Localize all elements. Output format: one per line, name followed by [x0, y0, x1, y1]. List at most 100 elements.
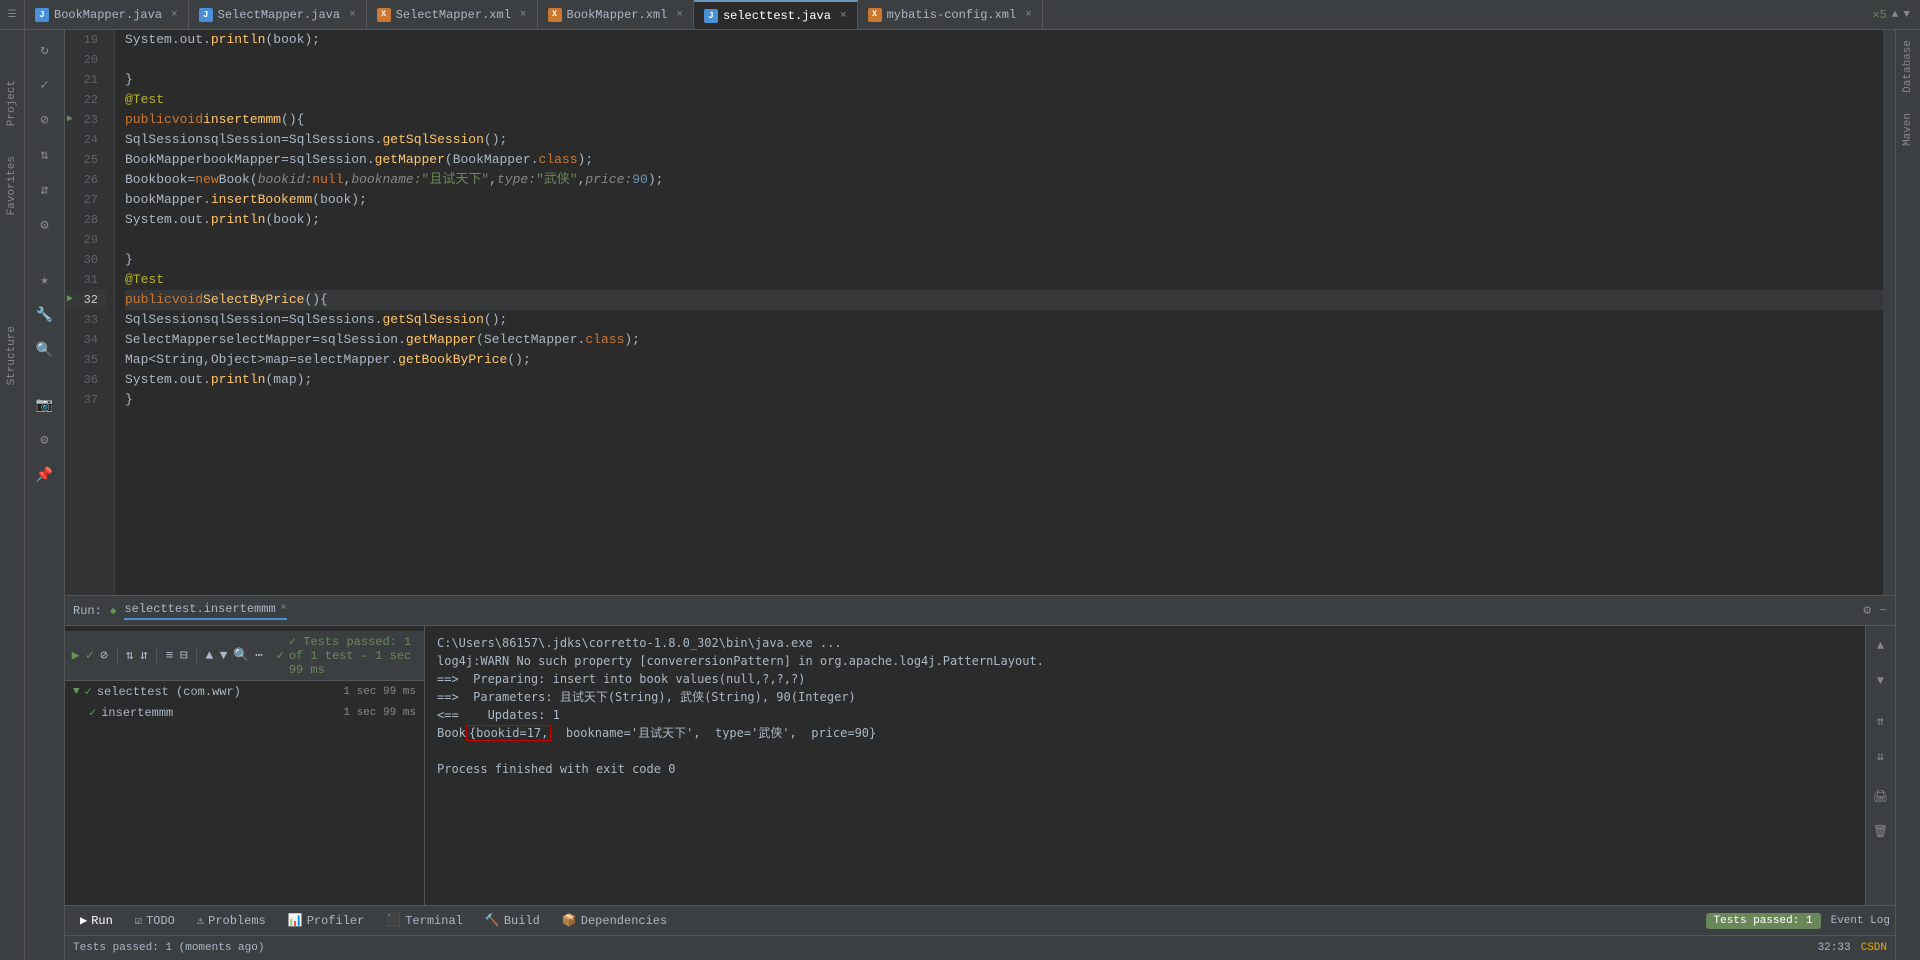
scroll-up-icon[interactable]: ▲	[1866, 631, 1896, 661]
code-line-31: @Test	[125, 270, 1883, 290]
console-line-7	[437, 742, 1853, 760]
filter-button[interactable]: ≡	[165, 646, 174, 666]
tab-problems[interactable]: ⚠ Problems	[187, 909, 276, 932]
status-text: Tests passed: 1 (moments ago)	[73, 942, 264, 954]
tab-profiler[interactable]: 📊 Profiler	[278, 909, 375, 932]
delete-icon[interactable]: 🗑	[1866, 816, 1896, 846]
sidebar-refresh-icon[interactable]: ↻	[30, 35, 60, 65]
java-file-icon: J	[35, 8, 49, 22]
sidebar-search-icon[interactable]: 🔍	[30, 335, 60, 365]
maven-panel-label[interactable]: Maven	[1902, 113, 1914, 146]
code-line-34: SelectMapper selectMapper = sqlSession.g…	[125, 330, 1883, 350]
stop-button[interactable]: ⊘	[99, 646, 108, 666]
console-line-1: C:\Users\86157\.jdks\corretto-1.8.0_302\…	[437, 634, 1853, 652]
check-button[interactable]: ✓	[85, 646, 94, 666]
play-button[interactable]: ▶	[71, 646, 80, 666]
tab-close-icon[interactable]: ×	[171, 9, 178, 21]
nav-down-icon[interactable]: ▼	[1903, 9, 1910, 21]
up-nav-button[interactable]: ▲	[205, 646, 214, 666]
favorites-panel-label[interactable]: Favorites	[6, 156, 18, 215]
sidebar-camera-icon[interactable]: 📷	[30, 390, 60, 420]
line-numbers: 19 20 21 22 ▶ 23 2	[65, 30, 115, 595]
scroll-top-icon[interactable]: ⇈	[1866, 706, 1896, 736]
tab-build[interactable]: 🔨 Build	[475, 909, 550, 932]
tree-check-icon2: ✓	[89, 705, 96, 720]
tab-bookMapper-java[interactable]: J BookMapper.java ×	[25, 0, 189, 30]
tab-selectMapper-xml[interactable]: X SelectMapper.xml ×	[367, 0, 538, 30]
line-35: 35	[65, 350, 106, 370]
tab-run[interactable]: ▶ Run	[70, 909, 123, 932]
code-line-22: @Test	[125, 90, 1883, 110]
code-line-20	[125, 50, 1883, 70]
search-results-button[interactable]: 🔍	[233, 646, 249, 666]
tab-close-icon[interactable]: ×	[840, 10, 847, 22]
console-line-5: <== Updates: 1	[437, 706, 1853, 724]
console-output: C:\Users\86157\.jdks\corretto-1.8.0_302\…	[425, 626, 1865, 905]
line-36: 36	[65, 370, 106, 390]
tab-close-icon[interactable]: ×	[676, 9, 683, 21]
line-27: 27	[65, 190, 106, 210]
sort-desc-button[interactable]: ⇵	[139, 646, 148, 666]
line-37: 37	[65, 390, 106, 410]
sort-asc-button[interactable]: ⇅	[125, 646, 134, 666]
test-tree-insertemmm[interactable]: ✓ insertemmm 1 sec 99 ms	[65, 702, 424, 723]
run-tab-close-icon[interactable]: ×	[281, 603, 287, 614]
structure-panel-label[interactable]: Structure	[6, 326, 18, 385]
console-line-4: ==> Parameters: 且试天下(String), 武侠(String)…	[437, 688, 1853, 706]
code-content[interactable]: System.out.println(book); } @Test	[115, 30, 1883, 595]
tab-selectMapper-java[interactable]: J SelectMapper.java ×	[189, 0, 367, 30]
tree-check-icon: ✓	[85, 684, 92, 699]
run-gutter-icon[interactable]: ▶	[67, 110, 73, 130]
line-20: 20	[65, 50, 106, 70]
group-button[interactable]: ⊟	[179, 646, 188, 666]
settings-button[interactable]: ⚙	[1863, 603, 1871, 618]
left-vertical-tabs: Project Favorites Structure	[0, 30, 25, 960]
sidebar-gear2-icon[interactable]: ⚙	[30, 425, 60, 455]
sidebar-pin-icon[interactable]: 📌	[30, 460, 60, 490]
java-file-icon: J	[704, 9, 718, 23]
sidebar-sort2-icon[interactable]: ⇵	[30, 175, 60, 205]
tab-selecttest-java[interactable]: J selecttest.java ×	[694, 0, 858, 30]
vertical-scrollbar[interactable]	[1883, 30, 1895, 595]
minimize-button[interactable]: −	[1879, 603, 1887, 618]
tab-close-icon[interactable]: ×	[520, 9, 527, 21]
run-gutter-icon-32[interactable]: ▶	[67, 290, 73, 310]
sidebar-stop-icon[interactable]: ⊘	[30, 105, 60, 135]
tab-todo[interactable]: ☑ TODO	[125, 909, 185, 932]
tab-close-icon[interactable]: ×	[1025, 9, 1032, 21]
event-log-link[interactable]: Event Log	[1831, 915, 1890, 927]
tree-item-name: selecttest (com.wwr)	[97, 685, 241, 699]
line-34: 34	[65, 330, 106, 350]
line-19: 19	[65, 30, 106, 50]
test-tree-root[interactable]: ▼ ✓ selecttest (com.wwr) 1 sec 99 ms	[65, 681, 424, 702]
nav-up-icon[interactable]: ▲	[1892, 9, 1899, 21]
tab-close-icon[interactable]: ×	[349, 9, 356, 21]
print-icon[interactable]: 🖨	[1866, 781, 1896, 811]
down-nav-button[interactable]: ▼	[219, 646, 228, 666]
line-31: 31	[65, 270, 106, 290]
tree-item-name2: insertemmm	[101, 706, 173, 720]
line-33: 33	[65, 310, 106, 330]
sidebar-check-icon[interactable]: ✓	[30, 70, 60, 100]
tab-dependencies[interactable]: 📦 Dependencies	[552, 909, 677, 932]
line-29: 29	[65, 230, 106, 250]
sidebar-sort-icon[interactable]: ⇅	[30, 140, 60, 170]
scroll-bottom-icon[interactable]: ⇊	[1866, 741, 1896, 771]
code-line-28: System.out.println(book);	[125, 210, 1883, 230]
project-panel-label[interactable]: Project	[6, 80, 18, 126]
sidebar-bookmark-icon[interactable]: ★	[30, 265, 60, 295]
expand-button[interactable]: ⋯	[254, 646, 263, 666]
code-line-23: public void insertemmm(){	[125, 110, 1883, 130]
tab-bookMapper-xml[interactable]: X BookMapper.xml ×	[538, 0, 694, 30]
csdn-link[interactable]: CSDN	[1861, 942, 1887, 954]
database-panel-label[interactable]: Database	[1902, 40, 1914, 93]
run-tab[interactable]: selecttest.insertemmm ×	[124, 602, 286, 620]
line-26: 26	[65, 170, 106, 190]
sidebar-wrench-icon[interactable]: 🔧	[30, 300, 60, 330]
sidebar-tool-icon[interactable]: ⚙	[30, 210, 60, 240]
scroll-down-icon[interactable]: ▼	[1866, 666, 1896, 696]
run-tab-icon: ▶	[80, 913, 87, 928]
tab-mybatis-config-xml[interactable]: X mybatis-config.xml ×	[858, 0, 1043, 30]
tab-terminal[interactable]: ⬛ Terminal	[376, 909, 473, 932]
terminal-tab-icon: ⬛	[386, 913, 401, 928]
